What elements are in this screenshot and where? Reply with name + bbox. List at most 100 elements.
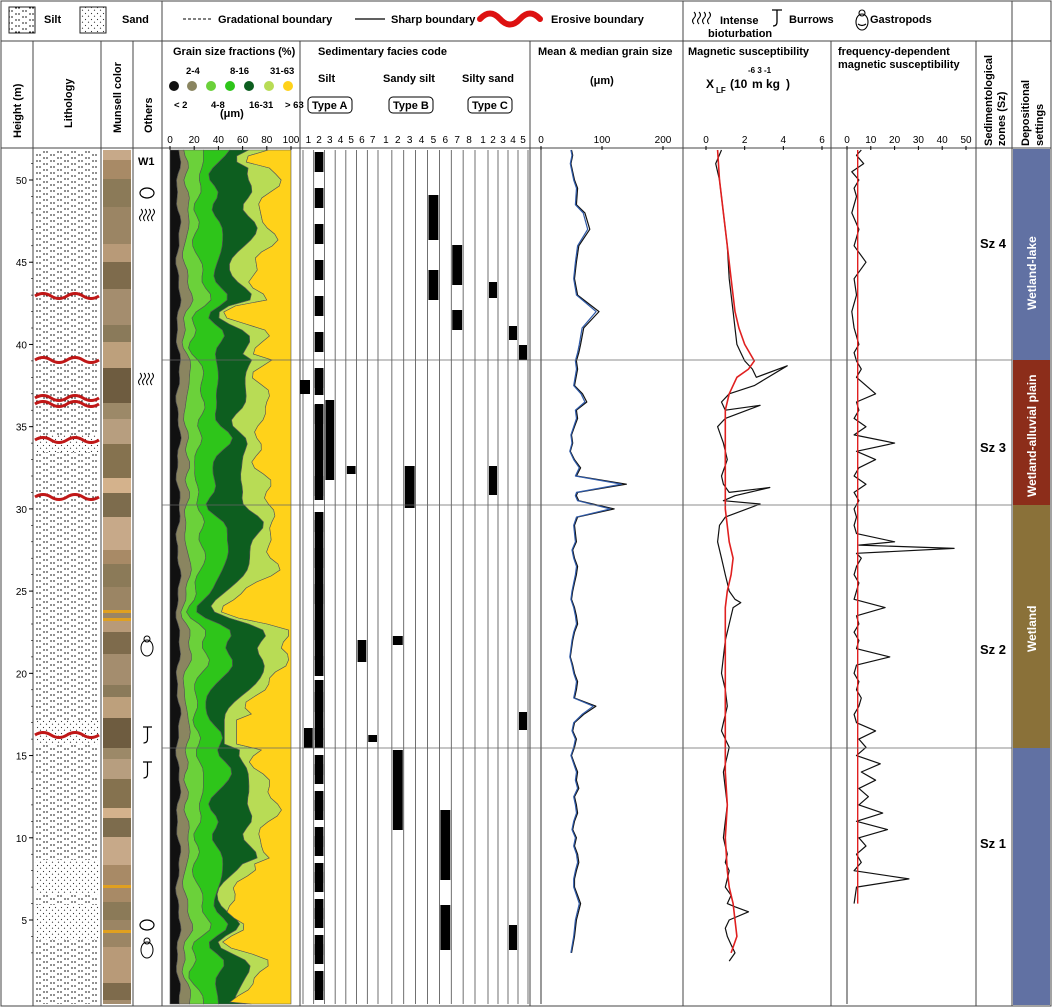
- facies-block: [314, 520, 324, 660]
- mean-grain-size-line: [569, 149, 622, 954]
- facies-code-label: 3: [327, 135, 333, 146]
- munsell-band: [103, 808, 131, 818]
- mean-unit-label: (μm): [590, 75, 614, 87]
- facies-code-label: 4: [419, 135, 425, 146]
- munsell-band: [103, 759, 131, 779]
- grain-class-swatch: [225, 81, 235, 91]
- grain-tick-label: 60: [237, 135, 249, 146]
- height-tick-label: 40: [16, 340, 28, 351]
- facies-block: [314, 791, 324, 811]
- setting-wetland-lake-label: Wetland-lake: [1025, 236, 1039, 310]
- grain-class-swatch: [206, 81, 216, 91]
- zone-sz3: Sz 3: [980, 440, 1006, 455]
- facies-block: [346, 466, 356, 474]
- munsell-band: [103, 419, 131, 444]
- svg-text:LF: LF: [716, 86, 726, 95]
- facies-code-label: 2: [490, 135, 496, 146]
- height-header: Height (m): [12, 83, 24, 138]
- ms-tick-label: 6: [819, 135, 825, 146]
- facies-block: [300, 380, 310, 394]
- legend-bioturbation-label-2: bioturbation: [708, 28, 772, 40]
- grain-fractions-header: Grain size fractions (%): [173, 46, 296, 58]
- facies-block: [314, 680, 324, 740]
- bioturbation-icon: [138, 372, 154, 386]
- facies-code-label: 3: [407, 135, 413, 146]
- facies-block: [519, 345, 527, 360]
- grain-class-label: 31-63: [270, 66, 294, 77]
- munsell-band: [103, 779, 131, 808]
- munsell-band: [103, 947, 131, 983]
- facies-group-name: Silty sand: [462, 73, 514, 85]
- gastropods-icon: [140, 635, 154, 657]
- facies-block: [440, 905, 451, 950]
- xfd-line: [851, 149, 955, 904]
- mean-grain-size-plot: [540, 149, 627, 1004]
- munsell-band: [103, 1000, 131, 1004]
- grain-tick-label: 40: [213, 135, 225, 146]
- munsell-accent-band: [103, 885, 131, 888]
- setting-wetland-label: Wetland: [1025, 606, 1039, 652]
- ms-unit-label: X LF (10 -6 3 -1 m kg ): [706, 66, 790, 95]
- facies-block: [314, 935, 324, 955]
- facies-block: [314, 152, 324, 172]
- mean-tick-label: 100: [594, 135, 611, 146]
- height-tick-label: 30: [16, 505, 28, 516]
- munsell-band: [103, 837, 131, 865]
- facies-block: [452, 310, 463, 330]
- munsell-band: [103, 179, 131, 207]
- sand-swatch: [79, 6, 107, 34]
- facies-block: [489, 282, 497, 298]
- munsell-band: [103, 983, 131, 1000]
- median-grain-size-line: [569, 149, 627, 954]
- height-tick-label: 25: [16, 587, 28, 598]
- svg-text:(10: (10: [730, 77, 748, 91]
- height-tick-label: 45: [16, 258, 28, 269]
- grain-class-label: 8-16: [230, 66, 249, 77]
- fd-tick-label: 20: [889, 135, 901, 146]
- setting-wetland-alluvial-label: Wetland-alluvial plain: [1025, 375, 1039, 497]
- xlf-smoothed-line: [716, 149, 756, 954]
- legend-gastropods-label: Gastropods: [870, 14, 932, 26]
- munsell-accent-band: [103, 930, 131, 933]
- facies-block: [489, 466, 497, 495]
- grain-class-swatch: [169, 81, 179, 91]
- legend-erosive-label: Erosive boundary: [551, 14, 645, 26]
- facies-block: [392, 636, 403, 645]
- munsell-band: [103, 865, 131, 902]
- dep-header-1: Depositional: [1020, 80, 1032, 146]
- sand-interval: [35, 905, 99, 940]
- mean-tick-label: 200: [655, 135, 672, 146]
- munsell-band: [103, 718, 131, 748]
- axes-ticks: 51015202530354045500 20 40 60 80 100 0 100 200 0 2…: [16, 135, 972, 954]
- munsell-band: [103, 697, 131, 718]
- facies-block: [314, 370, 324, 395]
- facies-block: [368, 735, 377, 742]
- facies-block: [509, 925, 517, 950]
- munsell-band: [103, 902, 131, 920]
- grain-class-label: 16-31: [249, 100, 274, 111]
- grain-class-label: 2-4: [186, 66, 200, 77]
- grain-class-legend: < 22-44-88-1616-3131-63> 63: [169, 66, 304, 111]
- facies-block: [304, 728, 313, 748]
- munsell-band: [103, 444, 131, 478]
- svg-text:): ): [786, 77, 790, 91]
- height-tick-label: 35: [16, 423, 28, 434]
- munsell-band: [103, 748, 131, 759]
- facies-code-label: 1: [383, 135, 389, 146]
- facies-block: [314, 863, 324, 883]
- shell-icon: [139, 187, 155, 199]
- fd-tick-label: 40: [937, 135, 949, 146]
- facies-code-label: 1: [480, 135, 486, 146]
- facies-block: [314, 899, 324, 919]
- facies-block: [392, 750, 403, 830]
- facies-header: Sedimentary facies code: [318, 46, 447, 58]
- munsell-band: [103, 262, 131, 289]
- fd-tick-label: 0: [844, 135, 850, 146]
- facies-code-label: 1: [306, 135, 312, 146]
- facies-block: [428, 270, 439, 300]
- legend-bioturbation-label-1: Intense: [720, 15, 759, 27]
- sz-header-2: zones (Sz): [996, 91, 1008, 146]
- munsell-band: [103, 493, 131, 517]
- facies-block: [314, 188, 324, 208]
- facies-type-label: Type A: [312, 100, 348, 112]
